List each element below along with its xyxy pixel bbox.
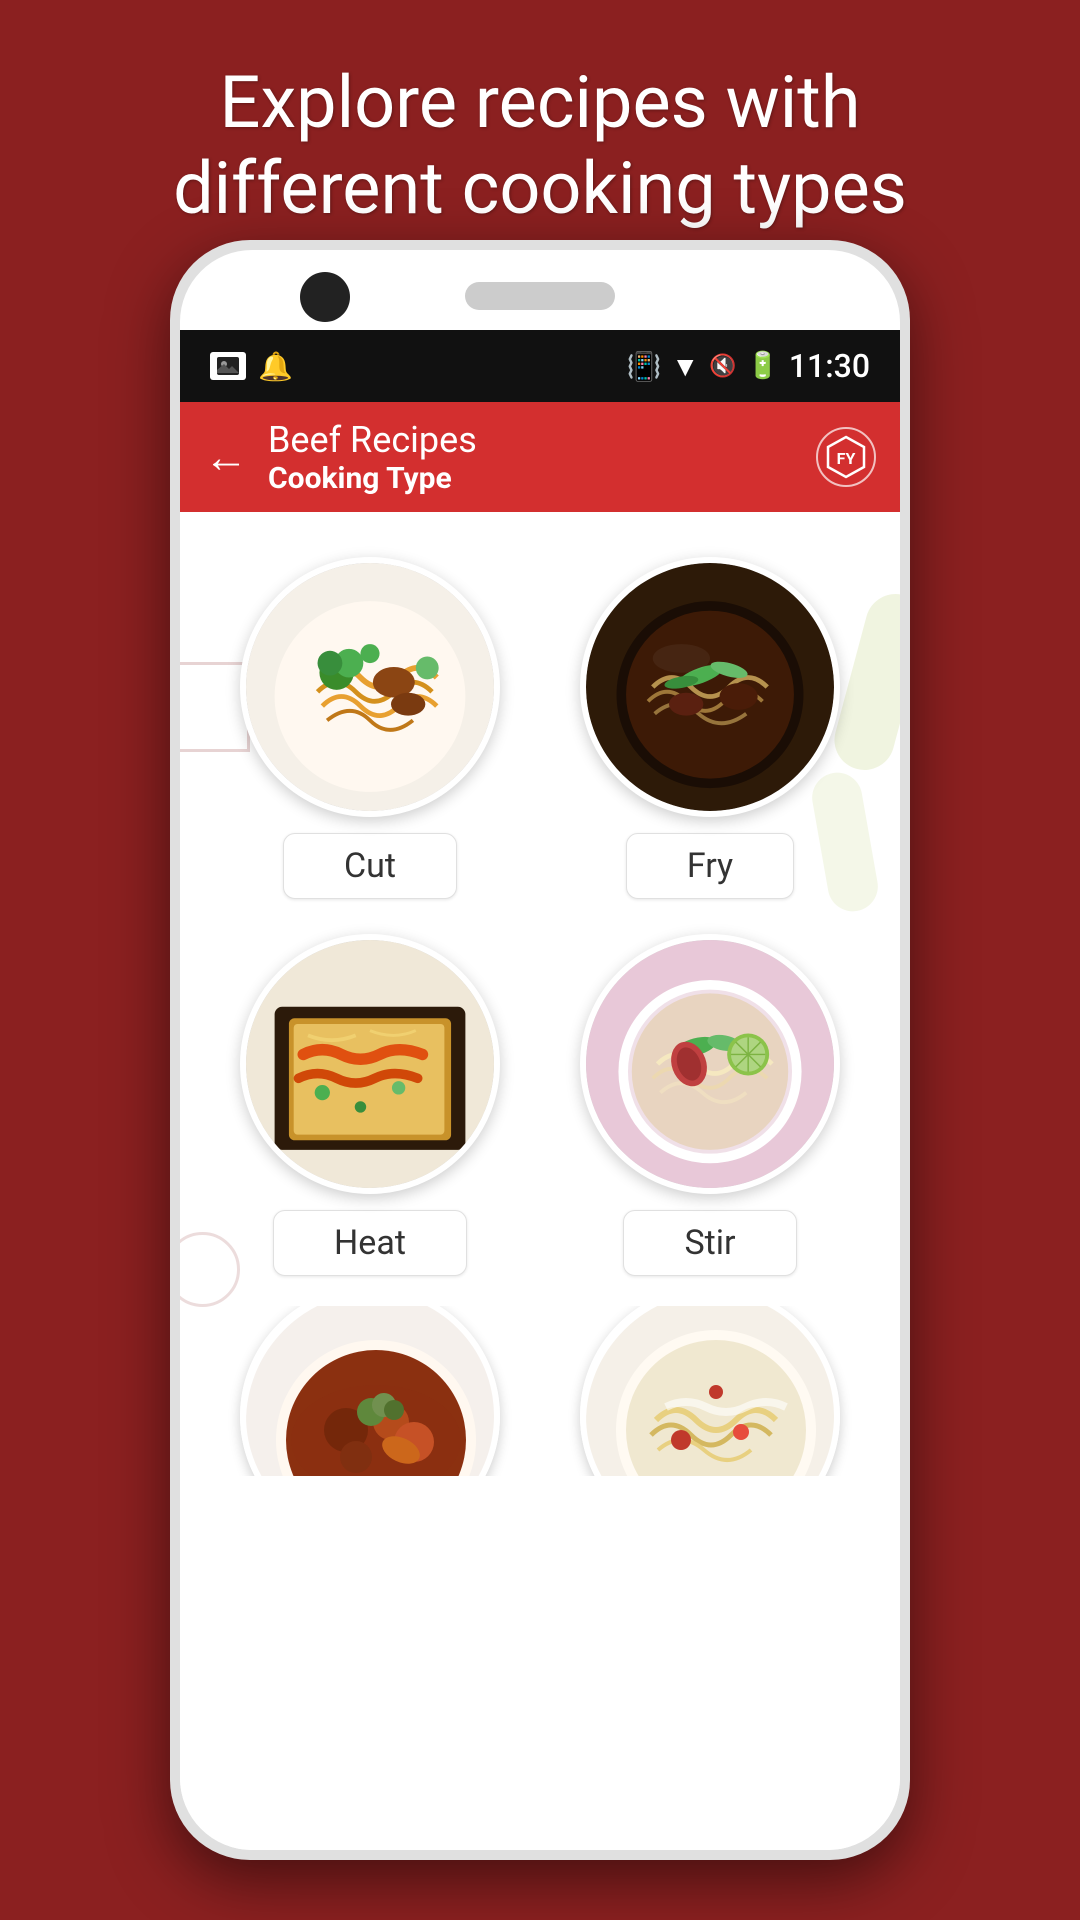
status-bar: 🔔 📳 ▼ 🔇 🔋 11:30 [180, 330, 900, 402]
fry-image [580, 557, 840, 817]
app-logo: FY [816, 427, 876, 487]
phone-speaker [465, 282, 615, 310]
stir-image [580, 934, 840, 1194]
status-icons-left: 🔔 [210, 350, 293, 383]
heat-image [240, 934, 500, 1194]
header-title: Explore recipes with different cooking t… [80, 60, 1000, 233]
fry-label[interactable]: Fry [626, 833, 794, 899]
cut-image [240, 557, 500, 817]
stir-label[interactable]: Stir [623, 1210, 796, 1276]
battery-icon: 🔋 [746, 351, 778, 381]
heat-label[interactable]: Heat [273, 1210, 467, 1276]
cooking-types-grid: Cut [180, 512, 900, 1296]
back-button[interactable]: ← [204, 431, 248, 483]
cooking-type-cut[interactable]: Cut [200, 542, 540, 919]
status-icons-right: 📳 ▼ 🔇 🔋 11:30 [626, 347, 870, 385]
bottom-item-right[interactable] [540, 1306, 880, 1476]
wifi-icon: ▼ [671, 350, 699, 383]
bottom-left-circle [240, 1306, 500, 1476]
phone-frame: 🔔 📳 ▼ 🔇 🔋 11:30 ← Beef Recipes Cooking T… [170, 240, 910, 1860]
page-header: Explore recipes with different cooking t… [0, 0, 1080, 273]
cooking-type-fry[interactable]: Fry [540, 542, 880, 919]
notification-icon: 🔔 [258, 350, 293, 383]
phone-camera [300, 272, 350, 322]
content-area: Cut [180, 512, 900, 1850]
bottom-right-circle [580, 1306, 840, 1476]
cooking-type-heat[interactable]: Heat [200, 919, 540, 1296]
bottom-partial-grid [180, 1296, 900, 1476]
cut-label[interactable]: Cut [283, 833, 457, 899]
image-icon [210, 352, 246, 380]
signal-off-icon: 🔇 [709, 354, 736, 379]
app-bar-titles: Beef Recipes Cooking Type [268, 419, 816, 496]
svg-text:FY: FY [837, 449, 856, 468]
app-bar-title: Beef Recipes [268, 419, 816, 461]
cooking-type-stir[interactable]: Stir [540, 919, 880, 1296]
app-bar-subtitle: Cooking Type [268, 461, 816, 496]
app-bar: ← Beef Recipes Cooking Type FY [180, 402, 900, 512]
bottom-item-left[interactable] [200, 1306, 540, 1476]
status-time: 11:30 [789, 347, 870, 385]
vibrate-icon: 📳 [626, 350, 661, 383]
